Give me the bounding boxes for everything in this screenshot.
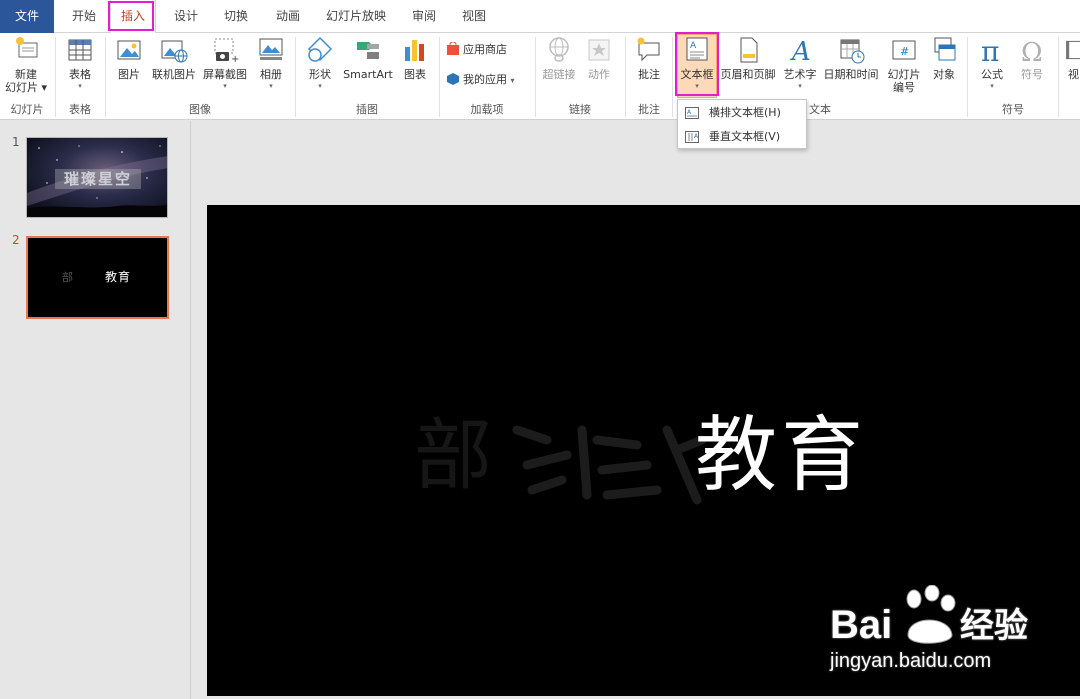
group-label-slides: 幻灯片 — [10, 103, 44, 116]
svg-text:+: + — [231, 54, 239, 65]
header-footer-icon — [740, 37, 758, 63]
svg-text:#: # — [900, 45, 909, 58]
chart-button[interactable]: 图表 — [398, 35, 432, 81]
video-icon — [1066, 40, 1080, 60]
screenshot-button[interactable]: + 屏幕截图 ▾ — [200, 35, 250, 90]
pi-icon: π — [981, 35, 999, 65]
horizontal-textbox-icon: A — [685, 107, 699, 119]
screenshot-icon: + — [214, 38, 239, 65]
slide-2-text: 教育 — [105, 270, 132, 284]
textbox-dropdown-menu: A 横排文本框(H) A 垂直文本框(V) — [677, 99, 807, 149]
object-icon — [934, 37, 956, 61]
chart-icon — [405, 40, 424, 61]
new-slide-button[interactable]: 新建 幻灯片 ▾ — [3, 35, 49, 94]
action-icon — [588, 39, 610, 61]
smartart-icon — [357, 42, 379, 59]
wordart-button[interactable]: A 艺术字 ▾ — [780, 35, 820, 90]
header-footer-button[interactable]: 页眉和页脚 — [719, 35, 777, 81]
group-label-illustrations: 插图 — [356, 103, 378, 116]
slide-number-button[interactable]: # 幻灯片 编号 — [884, 35, 924, 94]
video-button[interactable]: 视 — [1062, 35, 1080, 81]
faded-brush-strokes — [512, 425, 707, 505]
tab-review[interactable]: 审阅 — [400, 0, 448, 33]
smartart-button[interactable]: SmartArt — [340, 35, 396, 81]
current-slide-canvas[interactable]: 部 教育 — [207, 205, 1080, 696]
slide-number-icon: # — [892, 40, 916, 60]
store-button[interactable]: 应用商店 — [446, 39, 507, 61]
album-button[interactable]: 相册 ▾ — [254, 35, 288, 90]
picture-button[interactable]: 图片 — [112, 35, 146, 81]
table-icon — [68, 39, 92, 61]
picture-icon — [117, 40, 141, 60]
group-label-comments: 批注 — [638, 103, 660, 116]
group-label-links: 链接 — [569, 103, 591, 116]
object-button[interactable]: 对象 — [926, 35, 962, 81]
action-button[interactable]: 动作 — [582, 35, 616, 81]
omega-icon: Ω — [1021, 38, 1043, 65]
slide-title-text: 教育 — [695, 408, 868, 503]
datetime-button[interactable]: 日期和时间 — [822, 35, 880, 81]
vertical-textbox-icon: A — [685, 131, 699, 143]
tab-transitions[interactable]: 切换 — [212, 0, 260, 33]
equation-button[interactable]: π 公式 ▾ — [974, 35, 1010, 90]
tab-design[interactable]: 设计 — [162, 0, 210, 33]
table-button[interactable]: 表格 ▾ — [60, 35, 100, 90]
tab-insert[interactable]: 插入 — [110, 0, 156, 34]
svg-text:A: A — [790, 37, 811, 65]
calendar-icon — [840, 39, 865, 64]
menu-item-vertical-textbox[interactable]: A 垂直文本框(V) — [678, 126, 806, 148]
svg-text:π: π — [981, 35, 999, 65]
tab-view[interactable]: 视图 — [450, 0, 498, 33]
shapes-icon — [307, 36, 333, 62]
group-label-tables: 表格 — [69, 103, 91, 116]
slide-2-faded-text: 部 — [62, 271, 73, 284]
hyperlink-icon — [549, 37, 569, 62]
comment-button[interactable]: 批注 — [631, 35, 667, 81]
slide-thumbnail-1[interactable]: 璀璨星空 — [26, 137, 168, 218]
tab-animations[interactable]: 动画 — [264, 0, 312, 33]
group-label-addins: 加载项 — [470, 103, 504, 116]
svg-text:Ω: Ω — [1021, 38, 1043, 65]
comment-icon — [637, 37, 660, 62]
slide-number-1: 1 — [12, 135, 20, 149]
my-apps-button[interactable]: 我的应用 ▾ — [446, 69, 515, 91]
slide-number-2: 2 — [12, 233, 20, 247]
online-picture-button[interactable]: 联机图片 — [150, 35, 198, 81]
shapes-button[interactable]: 形状 ▾ — [302, 35, 338, 90]
menu-item-horizontal-textbox[interactable]: A 横排文本框(H) — [678, 102, 806, 124]
hyperlink-button[interactable]: 超链接 — [540, 35, 578, 81]
slide-thumbnail-2[interactable]: 部 教育 — [26, 236, 169, 319]
tab-file[interactable]: 文件 — [0, 0, 54, 33]
store-icon — [447, 42, 459, 55]
online-picture-icon — [161, 40, 188, 63]
ribbon-tab-bar: 文件 开始 插入 设计 切换 动画 幻灯片放映 审阅 视图 — [0, 0, 1080, 34]
textbox-icon: A — [686, 37, 708, 61]
my-apps-icon — [447, 73, 459, 85]
group-label-symbols: 符号 — [1002, 103, 1024, 116]
slide-1-title: 璀璨星空 — [63, 170, 132, 188]
tab-home[interactable]: 开始 — [60, 0, 108, 33]
ribbon: 新建 幻灯片 ▾ 幻灯片 表格 ▾ 表格 图片 联机图片 + 屏幕截图 ▾ 相册… — [0, 33, 1080, 120]
group-label-images: 图像 — [189, 103, 211, 116]
faded-title-text: 部 — [414, 411, 493, 501]
album-icon — [259, 38, 283, 60]
svg-text:A: A — [690, 41, 697, 51]
wordart-icon: A — [790, 37, 811, 65]
new-slide-icon — [16, 37, 38, 58]
symbol-button[interactable]: Ω 符号 — [1014, 35, 1050, 81]
tab-slideshow[interactable]: 幻灯片放映 — [318, 0, 394, 33]
textbox-button[interactable]: A 文本框 ▾ — [677, 34, 717, 98]
